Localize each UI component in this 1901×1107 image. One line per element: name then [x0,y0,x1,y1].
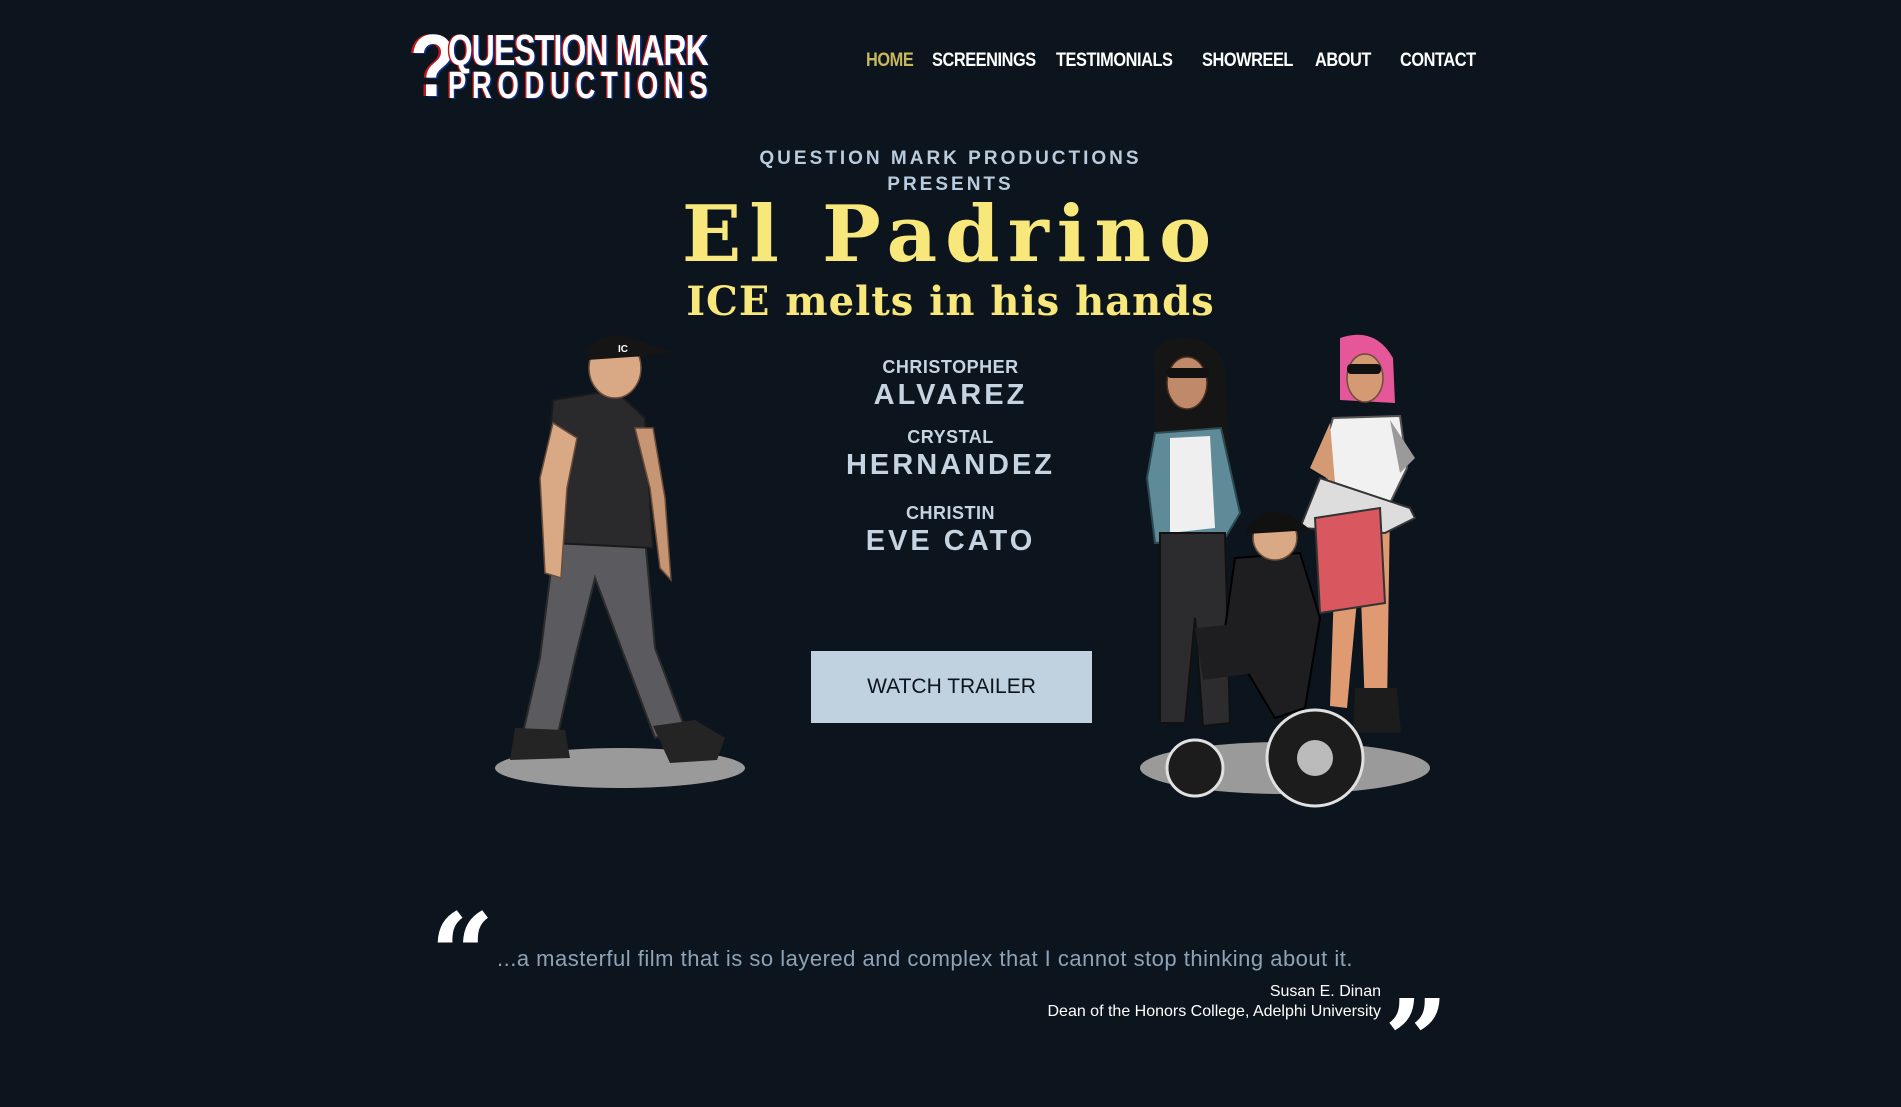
cast-member-2: CRYSTAL HERNANDEZ [0,426,1901,482]
cast-first-name: CHRISTOPHER [882,357,1019,377]
nav-showreel[interactable]: SHOWREEL [1202,50,1299,80]
nav-about[interactable]: ABOUT [1315,50,1388,80]
group-illustration [1140,334,1430,808]
nav-testimonials[interactable]: TESTIMONIALS [1056,50,1182,80]
cast-last-name: ALVAREZ [873,379,1028,411]
watch-trailer-button[interactable]: WATCH TRAILER [811,651,1092,723]
cast-first-name: CHRISTIN [906,503,995,523]
testimonial-attribution: Susan E. Dinan Dean of the Honors Colleg… [1047,982,1381,1022]
presents-line-1: QUESTION MARK PRODUCTIONS [759,148,1142,169]
nav-screenings[interactable]: SCREENINGS [932,50,1039,80]
cast-member-1: CHRISTOPHER ALVAREZ [0,356,1901,412]
testimonial-quote: ...a masterful film that is so layered a… [497,946,1353,971]
film-tagline: ICE melts in his hands [686,278,1215,325]
main-nav: HOME SCREENINGS TESTIMONIALS SHOWREEL AB… [866,50,1490,80]
cast-last-name: HERNANDEZ [845,449,1056,481]
cast-first-name: CRYSTAL [907,427,994,447]
cap-logo: IC [618,344,628,355]
testimonial-author: Susan E. Dinan [1269,983,1381,1000]
walking-man-illustration: IC [495,335,745,788]
open-quote-icon: “ [430,890,495,1021]
nav-home[interactable]: HOME [866,50,921,80]
cast-member-3: CHRISTIN EVE CATO [0,502,1901,558]
cast-last-name: EVE CATO [865,525,1036,557]
close-quote-icon: ” [1384,976,1449,1107]
film-title: El Padrino [681,189,1220,280]
nav-contact[interactable]: CONTACT [1400,50,1477,80]
testimonial-role: Dean of the Honors College, Adelphi Univ… [1047,1003,1381,1020]
site-logo[interactable]: ? QUESTION MARK PRODUCTIONS [410,22,715,110]
logo-line-2: PRODUCTIONS [448,65,714,107]
